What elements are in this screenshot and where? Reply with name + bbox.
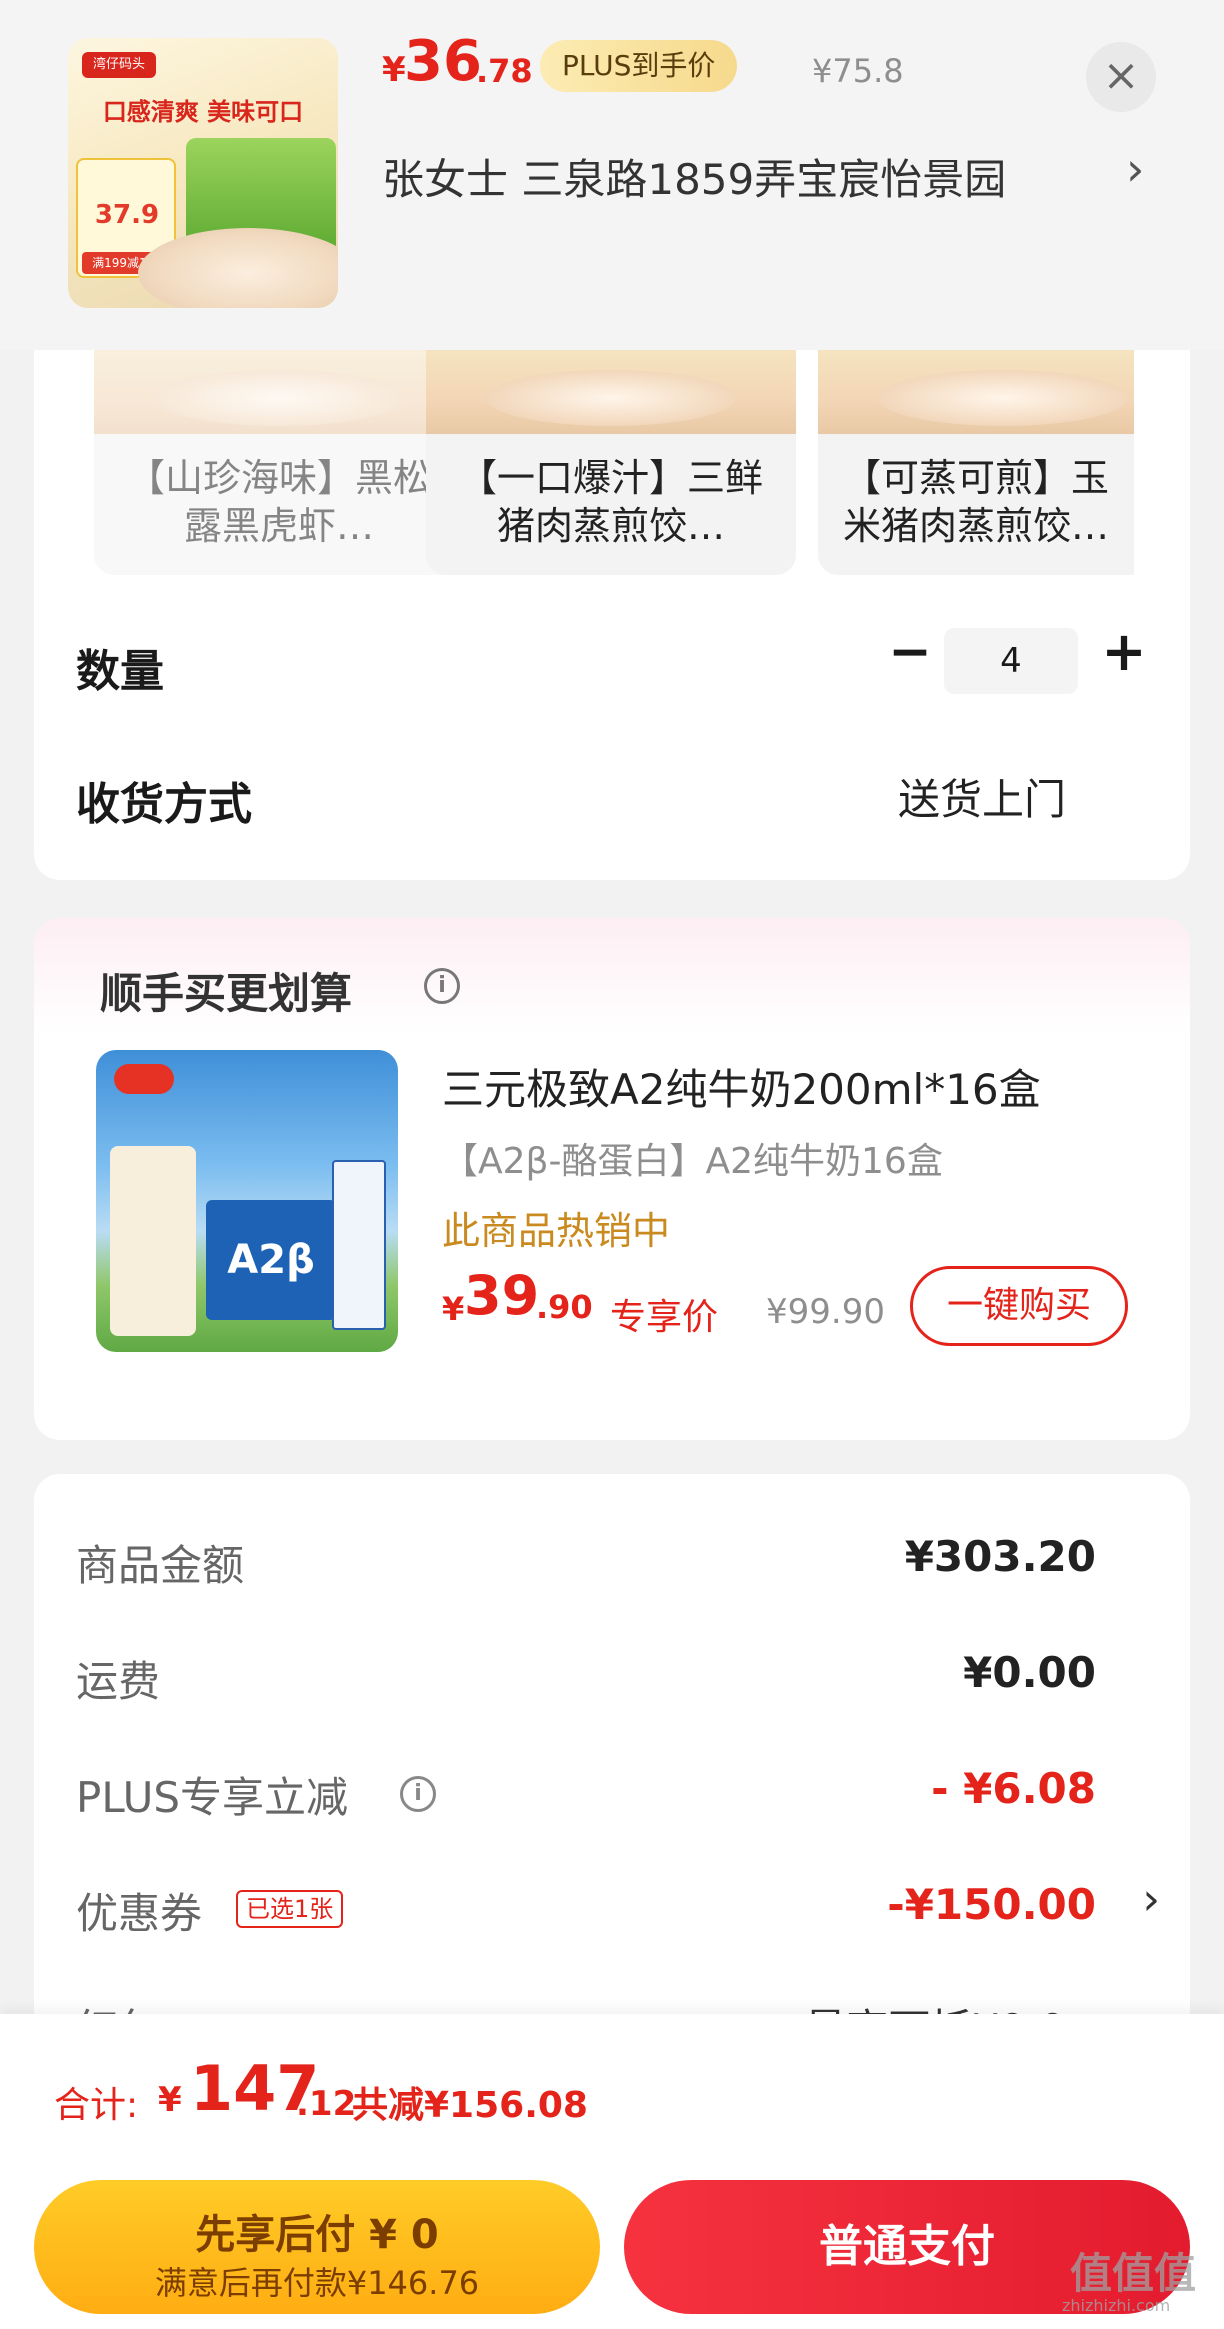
thumb-slogan: 口感清爽 美味可口 (102, 98, 304, 126)
pay-later-button[interactable]: 先享后付 ¥ 0 满意后再付款¥146.76 (34, 2180, 600, 2314)
product-options-card: 【山珍海味】黑松露黑虎虾… 【一口爆汁】三鲜猪肉蒸煎饺… 【可蒸可煎】玉米猪肉蒸… (34, 350, 1190, 880)
plus-discount-label: PLUS专享立减 (76, 1773, 349, 1822)
variant-label: 【可蒸可煎】玉米猪肉蒸煎饺… (842, 456, 1109, 548)
shipping-value: ¥0.00 (963, 1648, 1096, 1697)
total-label: 合计: (54, 2085, 139, 2126)
payment-bar: 先享后付 ¥ 0 满意后再付款¥146.76 普通支付 (0, 2164, 1224, 2329)
quantity-decrease-button[interactable]: − (880, 620, 940, 690)
upsell-milk-box: A2β (206, 1200, 336, 1320)
variant-image (818, 350, 1134, 434)
upsell-price-decimal: .90 (536, 1288, 593, 1326)
total-decimal: .12 (296, 2084, 357, 2124)
goods-amount-label: 商品金额 (76, 1541, 245, 1590)
upsell-hot-label: 此商品热销中 (442, 1209, 671, 1253)
delivery-method-value[interactable]: 送货上门 (898, 766, 1066, 827)
info-icon[interactable]: i (400, 1776, 436, 1812)
watermark-url: zhizhizhi.com (1062, 2296, 1171, 2315)
pay-later-sub-label: 满意后再付款¥146.76 (154, 2264, 480, 2302)
chevron-right-icon[interactable]: › (1126, 142, 1144, 196)
variant-image (426, 350, 796, 434)
thumb-promo-price: 37.9 (94, 200, 160, 230)
original-price: ¥75.8 (812, 52, 904, 90)
plus-discount-value: - ¥6.08 (931, 1764, 1096, 1813)
coupon-label: 优惠券 (76, 1889, 203, 1938)
upsell-milk-carton (332, 1160, 386, 1330)
variant-image (94, 350, 464, 434)
shipping-label: 运费 (76, 1657, 161, 1706)
quantity-increase-button[interactable]: + (1094, 620, 1154, 690)
pay-later-main-label: 先享后付 ¥ 0 (195, 2212, 439, 2258)
variant-option[interactable]: 【山珍海味】黑松露黑虎虾… (94, 350, 464, 575)
variant-label: 【一口爆汁】三鲜猪肉蒸煎饺… (458, 456, 763, 548)
price-symbol: ¥ (382, 50, 406, 90)
upsell-price-integer: 39 (464, 1264, 540, 1327)
price-decimal: .78 (476, 52, 533, 90)
chevron-right-icon[interactable]: › (1142, 1874, 1160, 1925)
product-thumbnail: 湾仔码头 口感清爽 美味可口 37.9 满199减100 (68, 38, 338, 308)
delivery-address[interactable]: 张女士 三泉路1859弄宝宸怡景园 (382, 146, 1006, 207)
close-icon: × (1102, 50, 1140, 101)
price-summary-card: 商品金额 ¥303.20 运费 ¥0.00 PLUS专享立减 i - ¥6.08… (34, 1474, 1190, 2034)
delivery-method-label: 收货方式 (76, 779, 252, 830)
upsell-card: 顺手买更划算 i A2β 三元极致A2纯牛奶200ml*16盒 【A2β-酪蛋白… (34, 918, 1190, 1440)
info-icon[interactable]: i (424, 968, 460, 1004)
upsell-brand-logo (114, 1064, 174, 1094)
watermark: 值值值 (1070, 2249, 1197, 2298)
upsell-price-symbol: ¥ (442, 1290, 465, 1328)
quantity-input[interactable]: 4 (944, 628, 1078, 694)
close-button[interactable]: × (1086, 42, 1156, 112)
one-click-buy-button[interactable]: 一键购买 (910, 1266, 1128, 1346)
variant-option[interactable]: 【可蒸可煎】玉米猪肉蒸煎饺… (818, 350, 1134, 575)
upsell-price-tag: 专享价 (610, 1297, 719, 1338)
price-integer: 36 (404, 29, 482, 94)
coupon-value[interactable]: -¥150.00 (887, 1880, 1096, 1929)
total-bar: 合计: ¥ 147 .12 共减¥156.08 (0, 2014, 1224, 2164)
variant-option[interactable]: 【一口爆汁】三鲜猪肉蒸煎饺… (426, 350, 796, 575)
upsell-title: 顺手买更划算 (100, 969, 353, 1018)
coupon-selected-badge: 已选1张 (236, 1890, 344, 1928)
order-header: 湾仔码头 口感清爽 美味可口 37.9 满199减100 ¥ 36 .78 PL… (0, 0, 1224, 350)
upsell-product-name[interactable]: 三元极致A2纯牛奶200ml*16盒 (442, 1056, 1041, 1117)
thumb-brand-logo: 湾仔码头 (82, 52, 156, 78)
total-symbol: ¥ (158, 2080, 182, 2120)
plus-price-badge: PLUS到手价 (540, 40, 738, 92)
quantity-label: 数量 (76, 646, 164, 697)
upsell-product-desc: 【A2β-酪蛋白】A2纯牛奶16盒 (442, 1141, 943, 1182)
goods-amount-value: ¥303.20 (904, 1532, 1096, 1581)
upsell-member-card (110, 1146, 196, 1336)
upsell-original-price: ¥99.90 (766, 1292, 885, 1332)
variant-label: 【山珍海味】黑松露黑虎虾… (126, 456, 431, 548)
upsell-product-image[interactable]: A2β (96, 1050, 398, 1352)
total-saved: 共减¥156.08 (352, 2085, 588, 2126)
